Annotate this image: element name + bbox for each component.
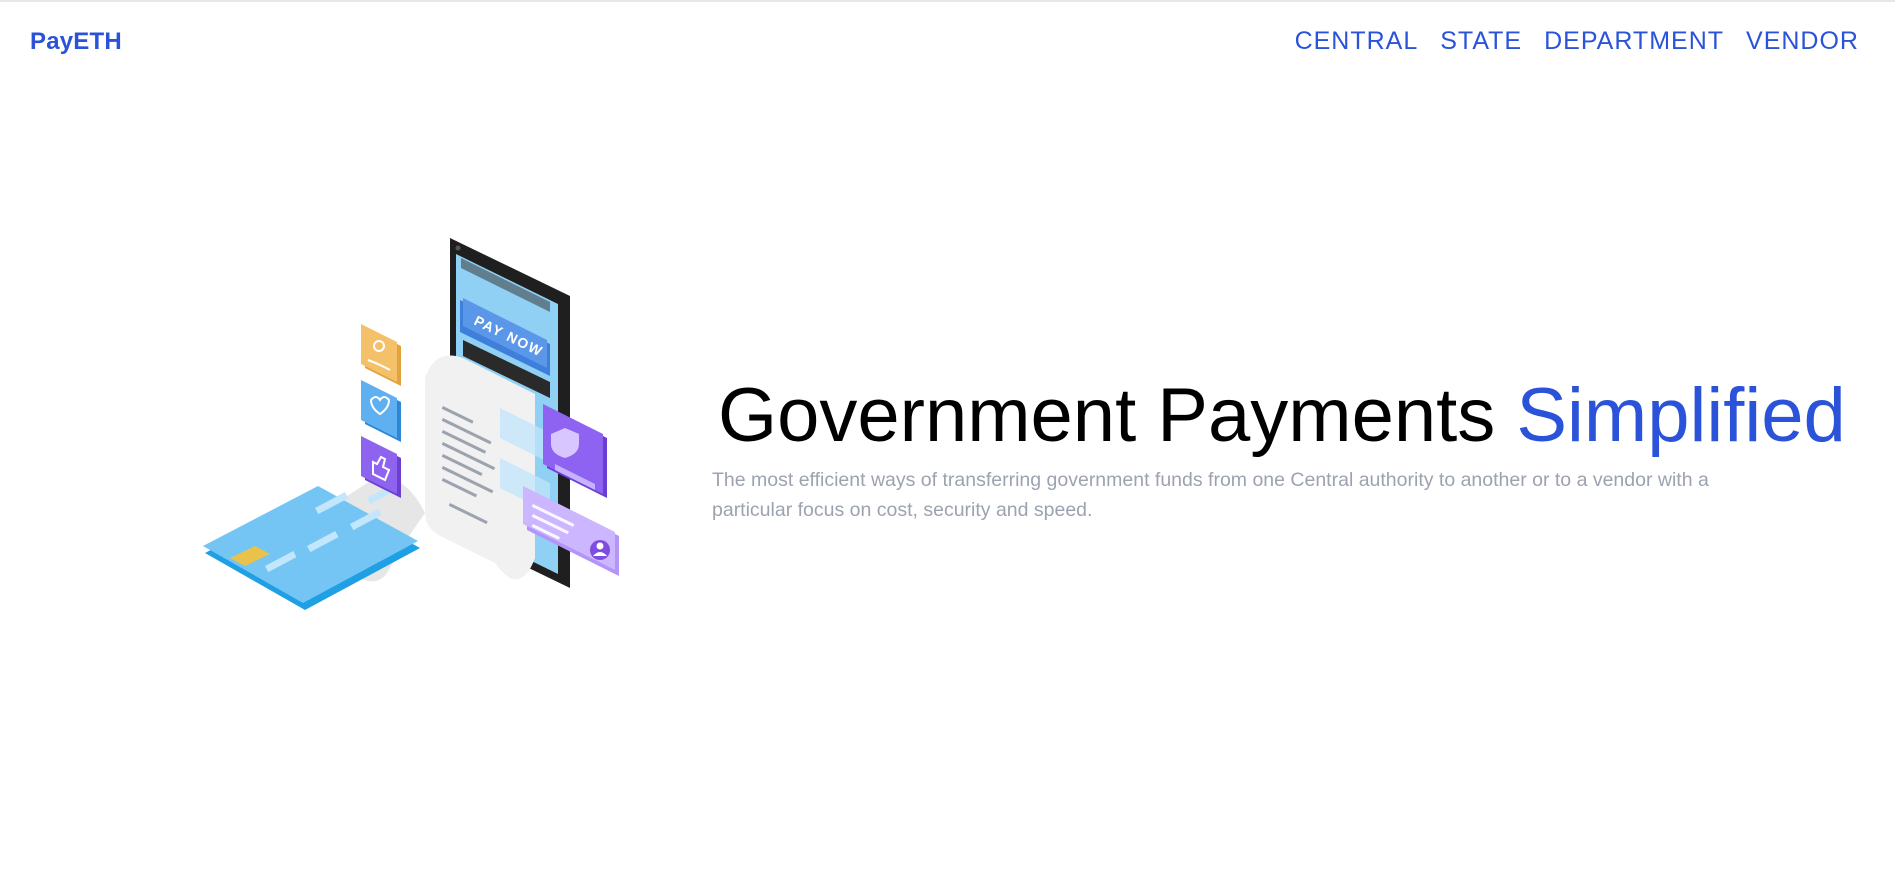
- hand-coin-icon: [361, 324, 401, 386]
- nav-link-department[interactable]: DEPARTMENT: [1544, 27, 1724, 56]
- hero-title-main: Government Payments: [718, 373, 1517, 458]
- main-nav: CENTRAL STATE DEPARTMENT VENDOR: [1295, 27, 1859, 56]
- heart-icon: [361, 380, 401, 442]
- hero-title-accent: Simplified: [1516, 373, 1846, 458]
- hero-description: The most efficient ways of transferring …: [712, 469, 1709, 521]
- nav-link-central[interactable]: CENTRAL: [1295, 27, 1419, 56]
- nav-link-vendor[interactable]: VENDOR: [1746, 27, 1859, 56]
- top-border: [0, 0, 1895, 2]
- brand-logo[interactable]: PayETH: [30, 28, 122, 56]
- nav-link-state[interactable]: STATE: [1440, 27, 1522, 56]
- payment-illustration: PAY NOW: [195, 228, 635, 668]
- hero-title: Government Payments Simplified: [718, 378, 1846, 454]
